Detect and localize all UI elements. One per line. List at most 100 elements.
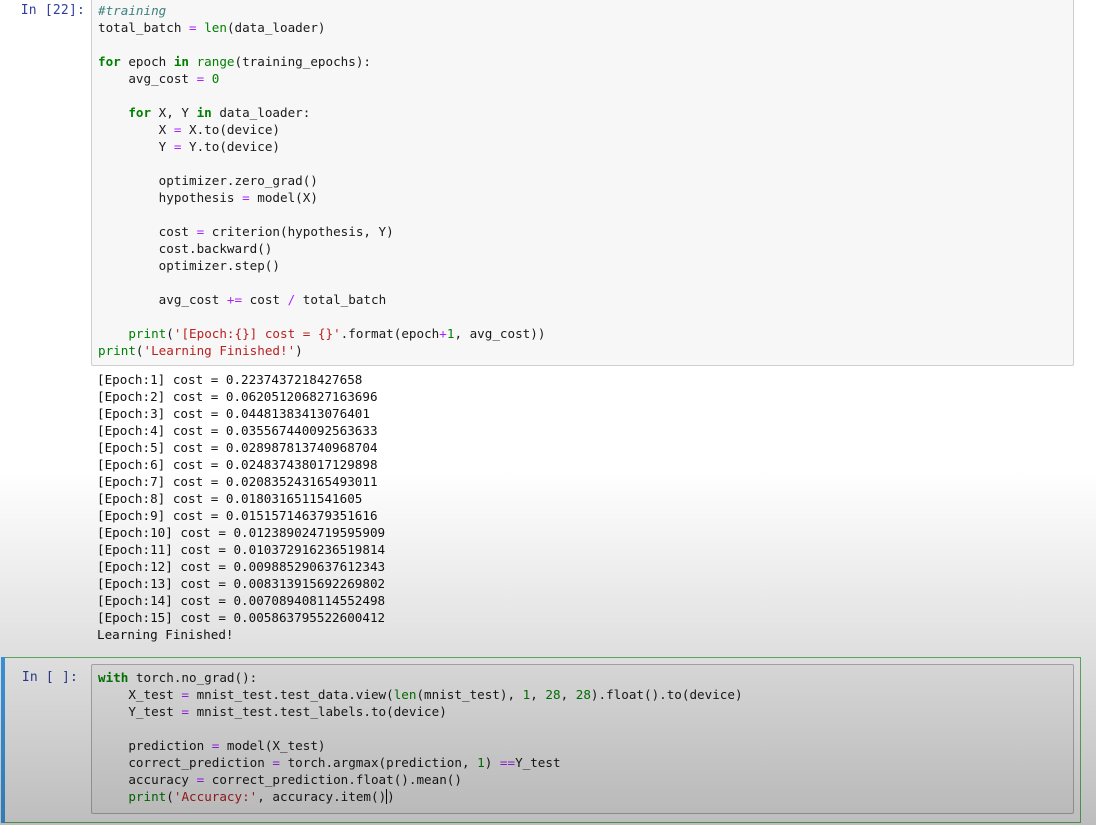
output-line: [Epoch:6] cost = 0.024837438017129898 (97, 457, 378, 472)
code-token: Y_test (515, 755, 561, 770)
code-line: Y = Y.to(device) (98, 138, 545, 155)
code-token: .format(epoch (340, 326, 440, 341)
code-token: 'Learning Finished!' (143, 343, 296, 358)
code-token: = (272, 755, 280, 770)
code-token: optimizer.step() (98, 258, 280, 273)
code-line: X_test = mnist_test.test_data.view(len(m… (98, 686, 742, 703)
cell-output: [Epoch:1] cost = 0.2237437218427658 [Epoc… (97, 371, 385, 643)
code-token: for (128, 105, 152, 120)
code-token: epoch (120, 54, 174, 69)
output-line: [Epoch:3] cost = 0.04481383413076401 (97, 406, 370, 421)
code-line: cost.backward() (98, 240, 545, 257)
output-line: [Epoch:13] cost = 0.008313915692269802 (97, 576, 386, 591)
code-token: with (98, 670, 129, 685)
code-token: Y (98, 139, 174, 154)
code-token: (training_epochs): (234, 54, 371, 69)
code-token: total_batch (98, 20, 189, 35)
code-line: Y_test = mnist_test.test_labels.to(devic… (98, 703, 743, 720)
code-token: 'Accuracy:' (173, 789, 258, 804)
code-token: print (128, 789, 167, 804)
code-line: cost = criterion(hypothesis, Y) (98, 223, 545, 240)
code-token: avg_cost (98, 71, 197, 86)
code-token: print (128, 326, 167, 341)
code-token: len (204, 20, 227, 35)
code-token: == (499, 755, 516, 770)
code-line: hypothesis = model(X) (98, 189, 545, 206)
code-line: avg_cost = 0 (98, 70, 545, 87)
code-token: '[Epoch:{}] cost = {}' (173, 326, 341, 341)
code-line: avg_cost += cost / total_batch (98, 291, 545, 308)
code-token: range (196, 54, 235, 69)
code-token: avg_cost (98, 292, 227, 307)
cell-prompt: In [22]: (20, 3, 85, 18)
code-token: X (98, 122, 174, 137)
output-line: [Epoch:15] cost = 0.005863795522600412 (97, 610, 386, 625)
code-token: in (173, 54, 189, 69)
output-line: [Epoch:5] cost = 0.028987813740968704 (97, 440, 378, 455)
code-token: 28 (575, 687, 591, 702)
code-token: ( (166, 789, 174, 804)
code-token: accuracy (98, 772, 197, 787)
code-token: torch.no_grad(): (128, 670, 258, 685)
code-line: correct_prediction = torch.argmax(predic… (98, 754, 743, 771)
code-token: model(X) (249, 190, 318, 205)
code-token: total_batch (295, 292, 387, 307)
code-token: = (181, 687, 189, 702)
code-token: , (530, 687, 546, 702)
code-line: X = X.to(device) (98, 121, 545, 138)
code-token: mnist_test.test_labels.to(device) (189, 704, 447, 719)
output-line: [Epoch:11] cost = 0.010372916236519814 (97, 542, 386, 557)
code-token: X, Y (151, 105, 197, 120)
code-line: for epoch in range(training_epochs): (98, 53, 545, 70)
code-line: print('Learning Finished!') (98, 342, 545, 359)
code-line: for X, Y in data_loader: (98, 104, 545, 121)
code-token: data_loader: (211, 105, 311, 120)
code-editor[interactable]: with torch.no_grad(): X_test = mnist_tes… (98, 669, 743, 805)
code-token: + (439, 326, 447, 341)
code-token: print (98, 343, 136, 358)
code-token: correct_prediction (98, 755, 273, 770)
code-token: X_test (98, 687, 182, 702)
code-token: = (189, 20, 197, 35)
code-token: += (226, 292, 243, 307)
code-token: ) (295, 343, 303, 358)
code-line: prediction = model(X_test) (98, 737, 743, 754)
code-line: with torch.no_grad(): (98, 669, 743, 686)
code-token: ( (166, 326, 174, 341)
code-token: for (98, 54, 121, 69)
code-token: 0 (211, 71, 220, 86)
code-token: ( (135, 343, 144, 358)
code-token: (mnist_test), (416, 687, 523, 702)
code-token: 1 (477, 755, 485, 770)
code-token: correct_prediction.float().mean() (204, 772, 462, 787)
code-token: optimizer.zero_grad() (98, 173, 318, 188)
code-token: len (393, 687, 417, 702)
output-line: [Epoch:1] cost = 0.2237437218427658 (97, 372, 363, 387)
code-line: optimizer.step() (98, 257, 545, 274)
output-line: [Epoch:4] cost = 0.035567440092563633 (97, 423, 378, 438)
code-token: , (560, 687, 576, 702)
code-token: cost.backward() (98, 241, 273, 256)
output-line: Learning Finished! (97, 627, 234, 642)
code-line: optimizer.zero_grad() (98, 172, 545, 189)
output-line: [Epoch:10] cost = 0.012389024719595909 (97, 525, 386, 540)
output-line: [Epoch:2] cost = 0.062051206827163696 (97, 389, 378, 404)
code-token: , avg_cost)) (454, 326, 546, 341)
code-token: Y_test (98, 704, 182, 719)
code-token: model(X_test) (219, 738, 326, 753)
code-token: prediction (98, 738, 212, 753)
code-line: print('[Epoch:{}] cost = {}'.format(epoc… (98, 325, 545, 342)
cell-prompt: In [ ]: (21, 670, 78, 685)
code-line: total_batch = len(data_loader) (98, 19, 545, 36)
code-editor[interactable]: #training total_batch = len(data_loader) … (98, 2, 545, 359)
code-token: = (242, 190, 250, 205)
